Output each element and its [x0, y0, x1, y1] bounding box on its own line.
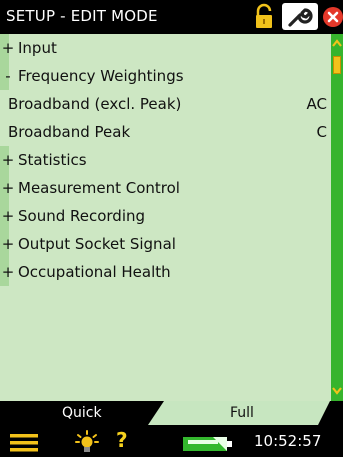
expand-toggle[interactable]: + — [1, 151, 15, 169]
expand-toggle[interactable]: + — [1, 179, 15, 197]
tree-node-input[interactable]: + Input — [0, 34, 331, 62]
screen-title: SETUP - EDIT MODE — [6, 7, 158, 25]
tree-node-measurement-control[interactable]: + Measurement Control — [0, 174, 331, 202]
help-button[interactable]: ? — [116, 428, 128, 452]
param-broadband-excl-peak[interactable]: Broadband (excl. Peak) AC — [0, 90, 331, 118]
node-label: Input — [18, 39, 57, 57]
tab-edge-fill — [330, 401, 343, 425]
view-tabs: Quick Full — [0, 401, 343, 425]
tree-node-sound-recording[interactable]: + Sound Recording — [0, 202, 331, 230]
tab-quick-label: Quick — [62, 405, 102, 421]
lock-button[interactable] — [248, 3, 280, 30]
tab-edge — [318, 401, 330, 425]
tree-node-statistics[interactable]: + Statistics — [0, 146, 331, 174]
tab-quick[interactable]: Quick — [0, 401, 148, 425]
expand-toggle[interactable]: + — [1, 235, 15, 253]
status-bar: ? 10:52:57 — [0, 425, 343, 457]
param-label: Broadband Peak — [8, 123, 131, 141]
vertical-scrollbar[interactable] — [331, 34, 343, 401]
tab-full[interactable]: Full — [164, 401, 318, 425]
node-label: Output Socket Signal — [18, 235, 176, 253]
battery-indicator — [183, 436, 233, 452]
param-broadband-peak[interactable]: Broadband Peak C — [0, 118, 331, 146]
expand-toggle[interactable]: + — [1, 39, 15, 57]
scroll-up-icon[interactable] — [331, 36, 343, 50]
param-value[interactable]: AC — [307, 95, 327, 113]
settings-button[interactable] — [282, 3, 318, 30]
tree-node-frequency-weightings[interactable]: - Frequency Weightings — [0, 62, 331, 90]
title-bar: SETUP - EDIT MODE — [0, 0, 343, 34]
lock-icon — [256, 3, 272, 28]
scroll-down-icon[interactable] — [331, 384, 343, 398]
wrench-icon — [288, 8, 313, 27]
backlight-icon — [75, 430, 99, 452]
backlight-button[interactable] — [75, 430, 99, 454]
setup-tree: + Input - Frequency Weightings Broadband… — [0, 34, 331, 401]
tree-node-output-socket-signal[interactable]: + Output Socket Signal — [0, 230, 331, 258]
expand-toggle[interactable]: + — [1, 263, 15, 281]
param-label: Broadband (excl. Peak) — [8, 95, 182, 113]
close-icon — [323, 7, 343, 27]
node-label: Frequency Weightings — [18, 67, 184, 85]
expand-toggle[interactable]: + — [1, 207, 15, 225]
battery-icon — [183, 437, 232, 451]
tab-divider — [148, 401, 164, 425]
menu-button[interactable] — [10, 434, 38, 452]
node-label: Sound Recording — [18, 207, 146, 225]
node-label: Measurement Control — [18, 179, 180, 197]
node-label: Occupational Health — [18, 263, 171, 281]
collapse-toggle[interactable]: - — [1, 67, 15, 85]
menu-icon — [10, 434, 38, 452]
param-value[interactable]: C — [317, 123, 327, 141]
close-button[interactable] — [320, 3, 343, 30]
clock: 10:52:57 — [254, 432, 322, 450]
tab-full-label: Full — [230, 405, 254, 421]
node-label: Statistics — [18, 151, 87, 169]
tree-node-occupational-health[interactable]: + Occupational Health — [0, 258, 331, 286]
scroll-thumb[interactable] — [333, 56, 341, 74]
